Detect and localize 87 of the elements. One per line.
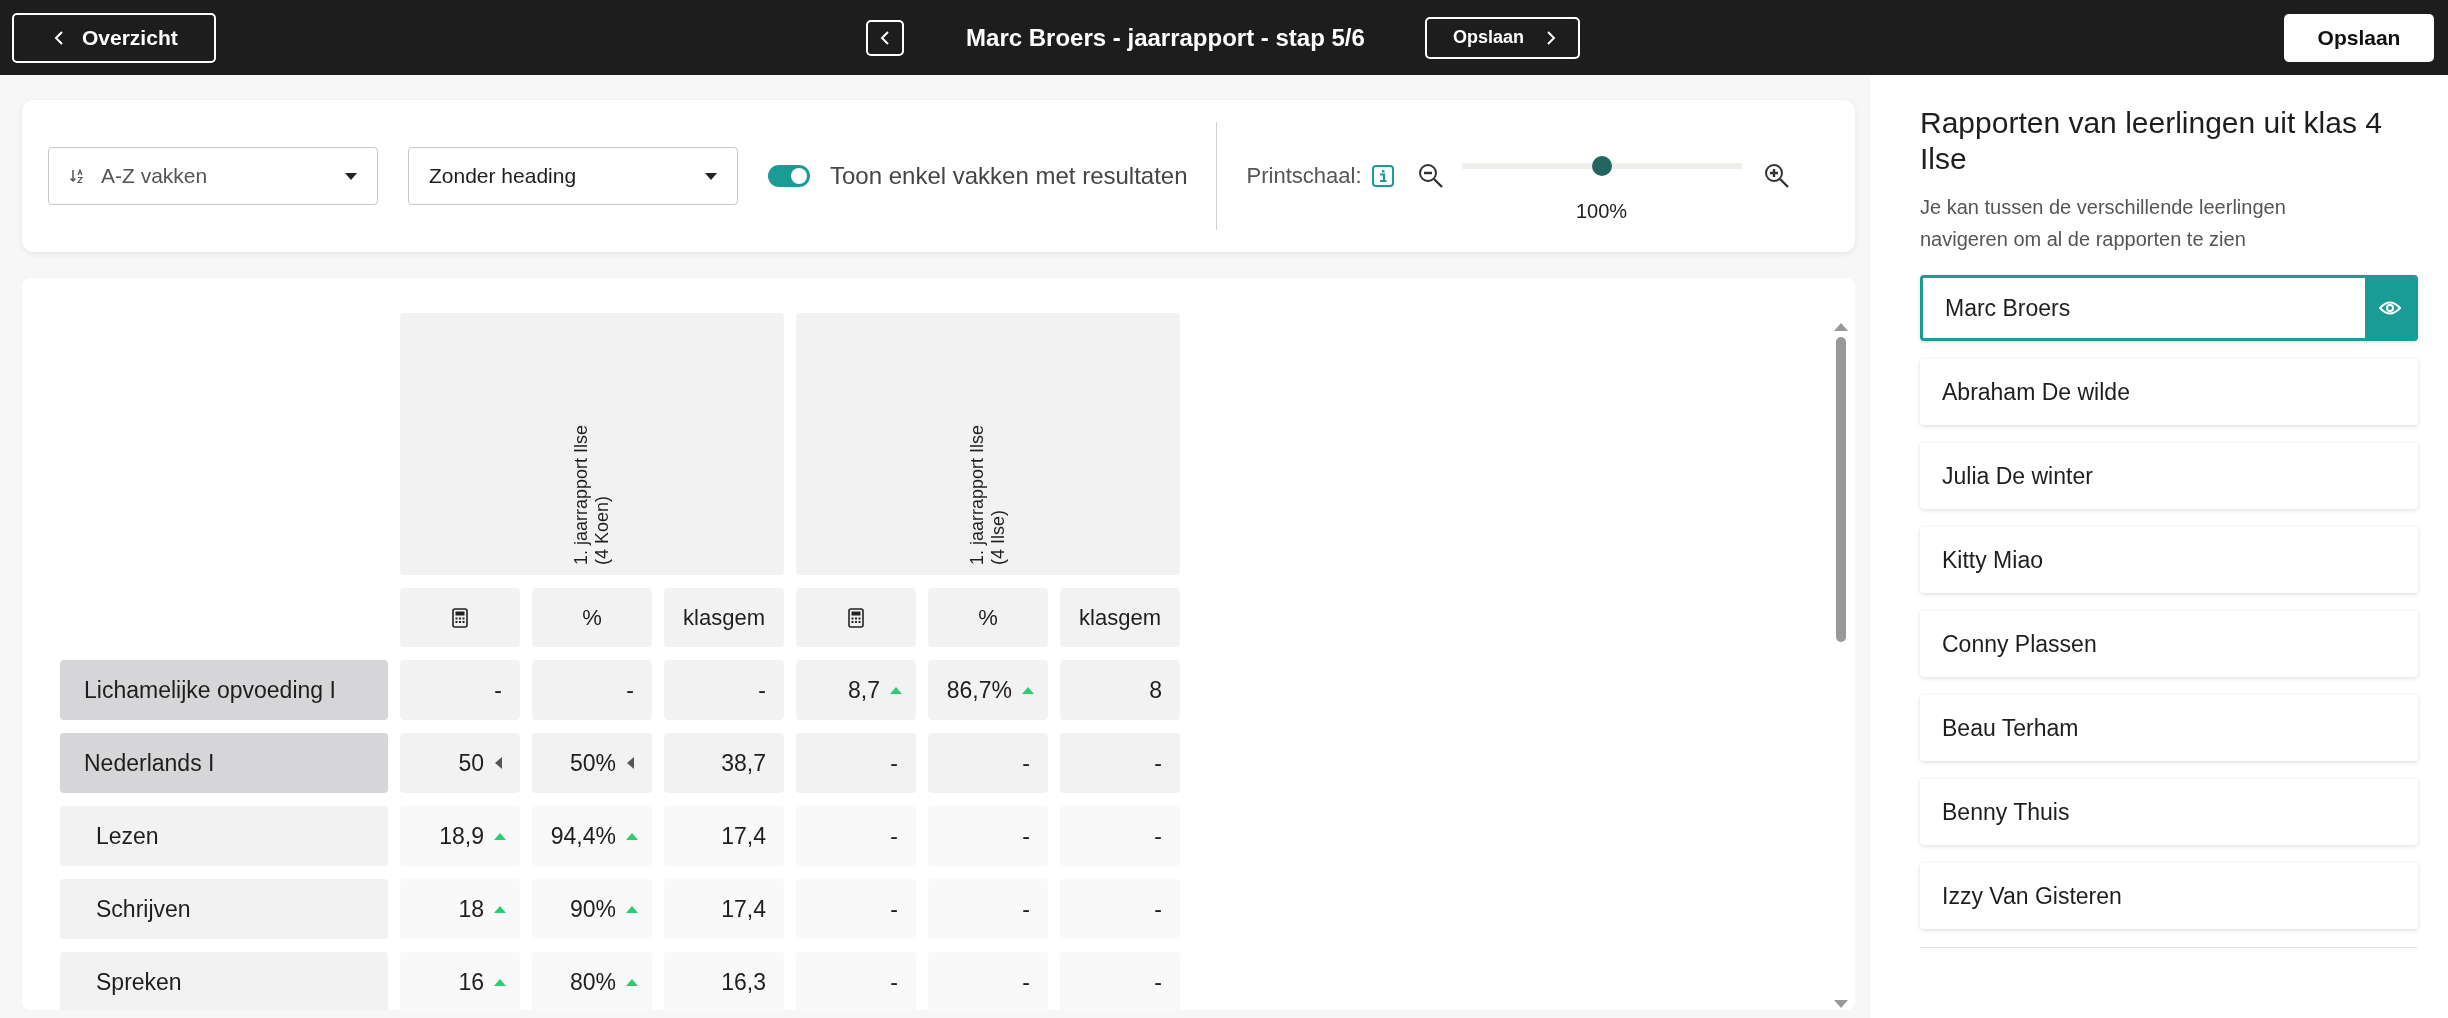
column-header: % <box>532 588 652 647</box>
table-cell: 18 <box>400 879 520 939</box>
table-cell: - <box>796 733 916 793</box>
previous-button[interactable] <box>866 19 905 56</box>
table-cell: - <box>1060 806 1180 866</box>
trend-up-icon <box>890 686 902 694</box>
table-cell: 86,7% <box>928 660 1048 720</box>
trend-up-icon <box>494 978 506 986</box>
scroll-up-icon[interactable] <box>1834 321 1848 331</box>
student-item[interactable]: Izzy Van Gisteren <box>1920 863 2418 929</box>
student-item[interactable]: Julia De winter <box>1920 443 2418 509</box>
table-cell: - <box>1060 879 1180 939</box>
sort-select[interactable]: A-Z vakken <box>48 147 378 205</box>
table-cell: - <box>928 733 1048 793</box>
table-cell: - <box>400 660 520 720</box>
subject-cell: Spreken <box>60 952 388 1010</box>
column-group-header: 1. jaarrapport Ilse (4 Koen) <box>400 313 784 575</box>
table-cell: 8,7 <box>796 660 916 720</box>
table-cell: 18,9 <box>400 806 520 866</box>
save-button[interactable]: Opslaan <box>2284 13 2434 62</box>
scroll-down-icon[interactable] <box>1834 1000 1848 1010</box>
student-item[interactable]: Benny Thuis <box>1920 779 2418 845</box>
table-cell: - <box>664 660 784 720</box>
column-header: % <box>928 588 1048 647</box>
slider-thumb[interactable] <box>1591 155 1612 176</box>
column-header: klasgem <box>664 588 784 647</box>
student-item[interactable]: Conny Plassen <box>1920 611 2418 677</box>
sort-icon <box>69 168 85 184</box>
table-cell: - <box>928 806 1048 866</box>
student-item[interactable]: Beau Terham <box>1920 695 2418 761</box>
page-title: Marc Broers - jaarrapport - stap 5/6 <box>966 23 1365 52</box>
back-button[interactable]: Overzicht <box>12 12 216 63</box>
subject-cell: Lezen <box>60 806 388 866</box>
table-cell: - <box>1060 952 1180 1010</box>
trend-left-icon <box>494 757 502 769</box>
info-icon[interactable] <box>1371 165 1394 187</box>
trend-up-icon <box>626 978 638 986</box>
student-item[interactable]: Abraham De wilde <box>1920 359 2418 425</box>
table-cell: 8 <box>1060 660 1180 720</box>
zoom-out-icon[interactable] <box>1417 163 1444 189</box>
next-button[interactable]: Opslaan <box>1424 16 1580 59</box>
heading-select[interactable]: Zonder heading <box>408 147 738 205</box>
trend-up-icon <box>1022 686 1034 694</box>
table-cell: - <box>532 660 652 720</box>
student-item[interactable]: Marc Broers <box>1920 275 2418 341</box>
trend-up-icon <box>494 832 506 840</box>
toggle-switch[interactable] <box>768 165 810 187</box>
student-item[interactable]: Kitty Miao <box>1920 527 2418 593</box>
column-header: klasgem <box>1060 588 1180 647</box>
zoom-in-icon[interactable] <box>1763 163 1790 189</box>
caret-icon <box>345 172 357 180</box>
subject-cell: Schrijven <box>60 879 388 939</box>
table-cell: 38,7 <box>664 733 784 793</box>
table-cell: 16,3 <box>664 952 784 1010</box>
print-scale-label: Printschaal: <box>1246 163 1362 189</box>
caret-icon <box>705 172 717 180</box>
eye-icon <box>2379 300 2401 316</box>
trend-up-icon <box>626 832 638 840</box>
column-group-header: 1. jaarrapport Ilse (4 Ilse) <box>796 313 1180 575</box>
table-cell: - <box>796 879 916 939</box>
table-cell: 16 <box>400 952 520 1010</box>
sidebar-description: Je kan tussen de verschillende leerlingen navigeren om al de rapporten te zien <box>1920 195 2287 252</box>
calculator-icon <box>452 607 468 628</box>
toggle-label: Toon enkel vakken met resultaten <box>830 162 1188 190</box>
table-cell: 17,4 <box>664 806 784 866</box>
chevron-left-icon <box>880 29 891 46</box>
table-cell: - <box>796 952 916 1010</box>
calculator-icon <box>848 607 864 628</box>
subject-cell: Nederlands I <box>60 733 388 793</box>
table-cell: 80% <box>532 952 652 1010</box>
table-cell: 90% <box>532 879 652 939</box>
table-cell: 50% <box>532 733 652 793</box>
table-cell: 17,4 <box>664 879 784 939</box>
trend-up-icon <box>626 905 638 913</box>
subject-cell: Lichamelijke opvoeding I <box>60 660 388 720</box>
chevron-right-icon <box>1545 29 1556 46</box>
trend-up-icon <box>494 905 506 913</box>
print-scale-value: 100% <box>1575 199 1628 223</box>
table-cell: 94,4% <box>532 806 652 866</box>
table-cell: - <box>928 952 1048 1010</box>
table-cell: - <box>928 879 1048 939</box>
table-cell: - <box>796 806 916 866</box>
trend-left-icon <box>626 757 634 769</box>
sidebar-title: Rapporten van leerlingen uit klas 4 Ilse <box>1920 105 2383 177</box>
table-cell: 50 <box>400 733 520 793</box>
table-cell: - <box>1060 733 1180 793</box>
chevron-left-icon <box>54 29 64 46</box>
